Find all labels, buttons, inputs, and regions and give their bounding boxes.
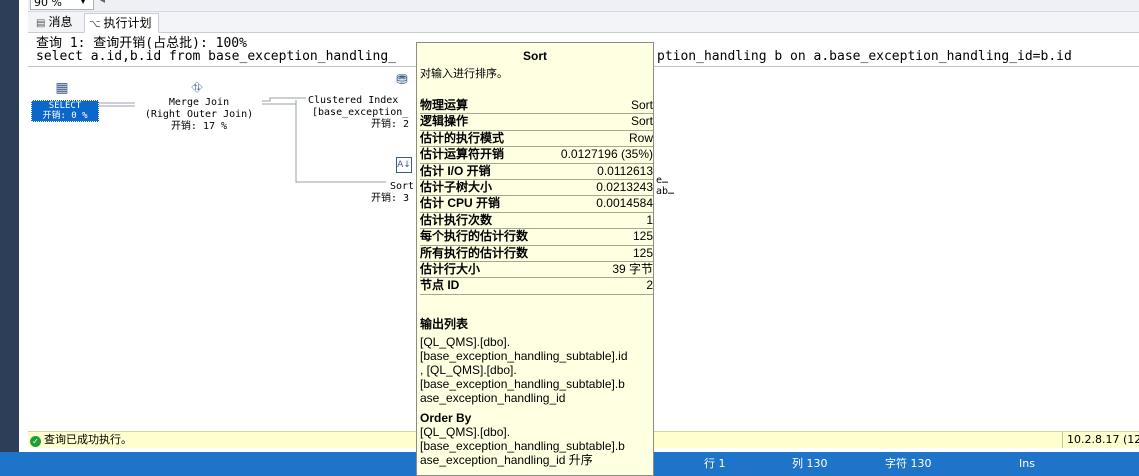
plan-node-fragment-2: ab…: [656, 186, 675, 197]
tooltip-property-row: 所有执行的估计行数 125: [420, 246, 653, 262]
clustered-index-object: [base_exception_: [312, 107, 409, 118]
output-list-line: [QL_QMS].[dbo].: [420, 335, 511, 349]
order-by-line: ase_exception_handling_id 升序: [420, 453, 593, 467]
clustered-index-label: Clustered Index: [308, 95, 399, 106]
output-list-line: [base_exception_handling_subtable].b: [420, 377, 625, 391]
property-key: 估计 CPU 开销: [420, 196, 501, 211]
property-value: 39 字节: [612, 261, 653, 276]
property-key: 所有执行的估计行数: [420, 245, 529, 260]
connector-merge-clustered: [262, 97, 306, 102]
sort-node-cost: 开销: 3: [371, 193, 410, 204]
property-key: 估计的执行模式: [420, 130, 505, 145]
output-list-line: [base_exception_handling_subtable].id: [420, 349, 628, 363]
clustered-index-cost: 开销: 2: [371, 119, 410, 130]
property-value: 0.0127196 (35%): [560, 147, 653, 162]
server-version: 10.2.8.17 (12: [1062, 432, 1139, 448]
success-check-icon: ✓: [30, 436, 41, 447]
order-by-line: [base_exception_handling_subtable].b: [420, 439, 625, 453]
query-status: ✓ 查询已成功执行。: [30, 433, 132, 447]
select-node-cost: 开销: 0 %: [42, 111, 88, 121]
property-key: 每个执行的估计行数: [420, 229, 529, 244]
property-value: 0.0112613: [597, 163, 653, 178]
property-value: 2: [646, 278, 653, 293]
tooltip-property-row: 每个执行的估计行数 125: [420, 229, 653, 246]
tooltip-property-row: 估计的执行模式 Row: [420, 130, 653, 148]
property-value: 1: [646, 212, 653, 227]
property-key: 估计执行次数: [420, 212, 493, 227]
tooltip-property-row: 估计 CPU 开销 0.0014584: [420, 196, 653, 213]
merge-join-type: (Right Outer Join): [144, 109, 254, 120]
property-value: Sort: [630, 98, 653, 112]
cursor-line: 行 1: [704, 457, 726, 470]
tooltip-property-row: 估计行大小 39 字节: [420, 261, 653, 279]
clustered-index-scan-icon[interactable]: ⛃: [393, 72, 411, 88]
property-key: 估计 I/O 开销: [420, 163, 491, 178]
output-list-line: , [QL_QMS].[dbo].: [420, 363, 517, 377]
output-list-heading: 输出列表: [420, 317, 469, 331]
tooltip-property-row: 估计子树大小 0.0213243: [420, 179, 653, 197]
tooltip-properties: 物理运算 Sort 逻辑操作 Sort 估计的执行模式 Row 估计运算符开销 0.01…: [420, 98, 653, 295]
cursor-column: 列 130: [792, 457, 828, 470]
output-list-line: ase_exception_handling_id: [420, 391, 566, 405]
merge-join-label: Merge Join: [168, 97, 230, 108]
property-value: 0.0014584: [596, 196, 653, 211]
select-node-label: SELECT: [48, 101, 82, 111]
property-key: 估计子树大小: [420, 179, 493, 194]
tooltip-property-row: 节点 ID 2: [420, 278, 653, 295]
tooltip-property-row: 逻辑操作 Sort: [420, 114, 653, 131]
select-node[interactable]: SELECT 开销: 0 %: [31, 100, 99, 122]
tooltip-order-by: Order By [QL_QMS].[dbo]. [base_exception…: [420, 411, 652, 467]
operator-tooltip: Sort 对输入进行排序。 物理运算 Sort 逻辑操作 Sort 估计的执行模式 R…: [416, 42, 654, 476]
tooltip-property-row: 估计执行次数 1: [420, 212, 653, 230]
tooltip-property-row: 物理运算 Sort: [420, 98, 653, 115]
tooltip-property-row: 估计 I/O 开销 0.0112613: [420, 164, 653, 180]
property-value: Row: [628, 130, 653, 145]
property-value: 125: [632, 229, 653, 244]
sort-icon[interactable]: A↓: [396, 157, 412, 173]
tooltip-title: Sort: [523, 49, 547, 63]
insert-mode: Ins: [1019, 457, 1035, 470]
sort-node-label: Sort: [390, 181, 415, 192]
property-key: 估计行大小: [420, 261, 481, 276]
plan-node-fragment-1: e…: [656, 175, 669, 186]
cursor-character: 字符 130: [885, 457, 932, 470]
tooltip-output-list: 输出列表 [QL_QMS].[dbo]. [base_exception_han…: [420, 317, 652, 405]
property-key: 估计运算符开销: [420, 147, 505, 162]
merge-join-icon[interactable]: ⛗: [188, 80, 206, 96]
order-by-heading: Order By: [420, 411, 472, 425]
property-value: 125: [632, 245, 653, 260]
tooltip-property-row: 估计运算符开销 0.0127196 (35%): [420, 147, 653, 164]
property-key: 物理运算: [420, 98, 469, 112]
tooltip-description: 对输入进行排序。: [420, 68, 508, 80]
order-by-line: [QL_QMS].[dbo].: [420, 425, 511, 439]
property-key: 节点 ID: [420, 278, 460, 293]
property-value: 0.0213243: [596, 179, 653, 194]
property-key: 逻辑操作: [420, 114, 469, 129]
property-value: Sort: [630, 114, 653, 129]
merge-join-cost: 开销: 17 %: [170, 121, 228, 132]
select-node-icon[interactable]: ▦: [53, 80, 71, 96]
query-status-message: 查询已成功执行。: [44, 433, 132, 446]
